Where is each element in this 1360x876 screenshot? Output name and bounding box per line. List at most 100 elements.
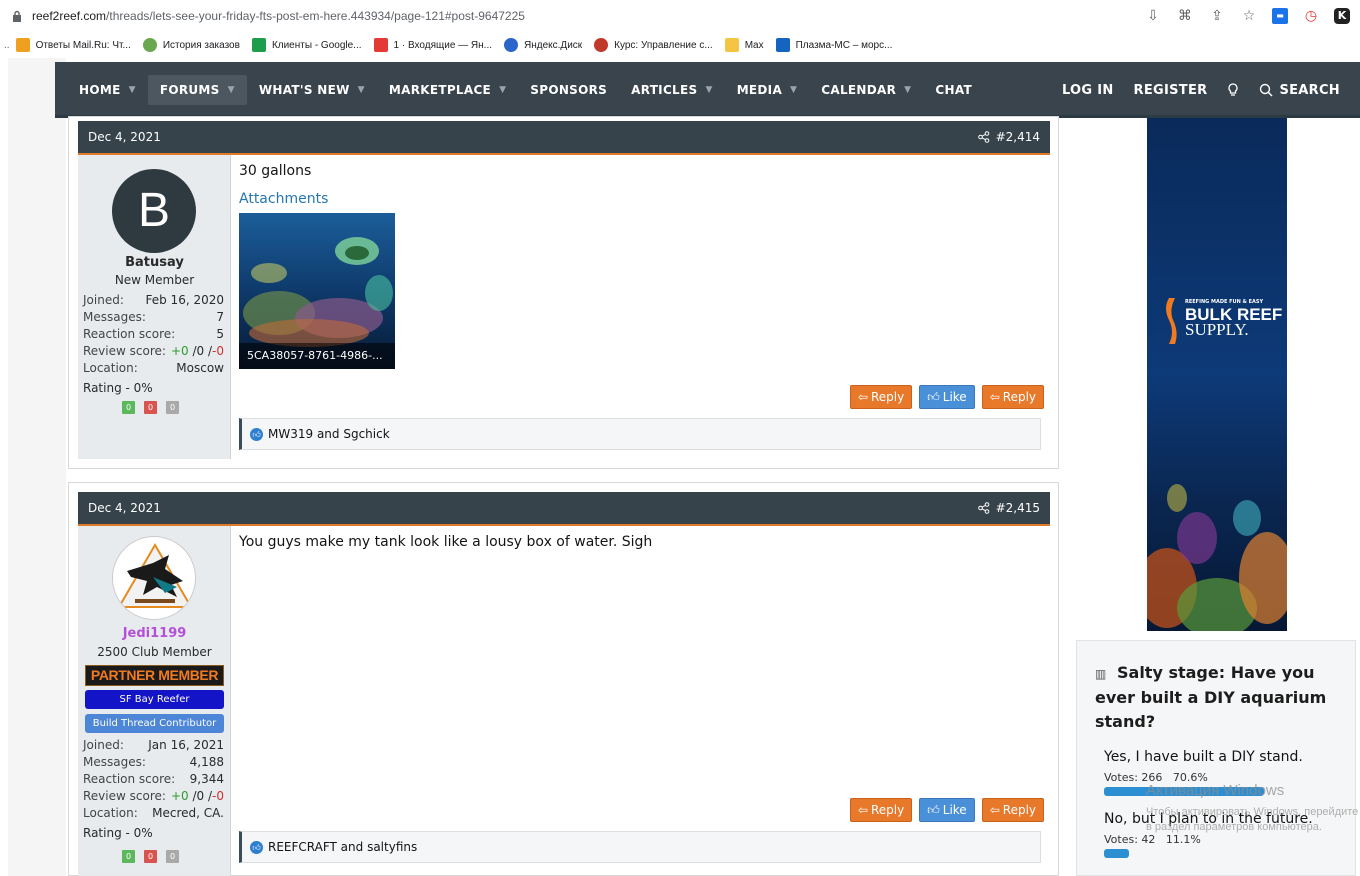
reactions-bar[interactable]: 👍︎ MW319 and Sgchick	[239, 418, 1041, 450]
post-header: Dec 4, 2021 #2,414	[78, 121, 1050, 155]
poll-option-2-bar	[1104, 849, 1129, 858]
chevron-down-icon[interactable]: ▼	[904, 85, 911, 95]
post-actions: ⇦ Reply 👍︎ Like ⇦ Reply	[849, 385, 1044, 409]
like-button[interactable]: 👍︎ Like	[919, 385, 975, 409]
bookmarks-overflow[interactable]: ..	[4, 40, 10, 51]
reply-button[interactable]: ⇦ Reply	[849, 385, 913, 409]
post-actions: ⇦ Reply 👍︎ Like ⇦ Reply	[849, 798, 1044, 822]
chevron-down-icon[interactable]: ▼	[358, 85, 365, 95]
browser-address-bar[interactable]: reef2reef.com/threads/lets-see-your-frid…	[0, 0, 1360, 34]
bookmarks-bar: .. Ответы Mail.Ru: Чт... История заказов…	[0, 34, 1360, 56]
main-navbar: HOME ▼ FORUMS ▼ WHAT'S NEW ▼ MARKETPLACE ▼ S…	[55, 62, 1360, 118]
yandex-disk-icon	[504, 38, 519, 52]
location-row: Location: Moscow	[83, 361, 224, 375]
k-extension-icon[interactable]: K	[1334, 8, 1350, 24]
user-title: New Member	[114, 273, 195, 287]
extension-icon[interactable]: ▬	[1272, 8, 1288, 24]
speed-extension-icon[interactable]: ◷	[1302, 7, 1320, 25]
login-link[interactable]: LOG IN	[1052, 75, 1124, 105]
nav-marketplace[interactable]: MARKETPLACE ▼	[377, 75, 518, 105]
attachment-filename: 5CA38057-8761-4986-...	[239, 343, 395, 369]
install-app-icon[interactable]: ⇩	[1144, 7, 1162, 25]
rate-neutral-button[interactable]: 0	[166, 850, 179, 863]
rate-positive-button[interactable]: 0	[122, 850, 135, 863]
reactions-list[interactable]: REEFCRAFT and saltyfins	[268, 840, 417, 854]
nav-articles[interactable]: ARTICLES ▼	[619, 75, 725, 105]
like-button[interactable]: 👍︎ Like	[919, 798, 975, 822]
chevron-down-icon[interactable]: ▼	[228, 85, 235, 95]
review-score-row: Review score: +0 /0 /-0	[83, 344, 224, 358]
quote-reply-button[interactable]: ⇦ Reply	[981, 798, 1044, 822]
chevron-down-icon[interactable]: ▼	[129, 85, 136, 95]
bookmark-item[interactable]: Max	[724, 38, 764, 52]
nav-sponsors[interactable]: SPONSORS	[518, 75, 619, 105]
bookmark-item[interactable]: Клиенты - Google...	[251, 38, 362, 52]
thumbs-up-icon: 👍︎	[927, 389, 940, 404]
translate-icon[interactable]: ⌘	[1176, 7, 1194, 25]
poll-option-1-label[interactable]: Yes, I have built a DIY stand.	[1104, 749, 1303, 765]
share-icon[interactable]	[977, 502, 990, 514]
joined-row: Joined: Jan 16, 2021	[83, 738, 224, 752]
search-icon	[1260, 83, 1273, 97]
rate-negative-button[interactable]: 0	[144, 850, 157, 863]
style-toggle[interactable]	[1217, 75, 1249, 105]
yandex-mail-icon	[373, 38, 388, 52]
search-button[interactable]: SEARCH	[1249, 75, 1350, 105]
rating-text: Rating - 0%	[83, 381, 153, 395]
attachments-label: Attachments	[239, 191, 329, 207]
rate-negative-button[interactable]: 0	[144, 401, 157, 414]
poll-title[interactable]: ▥ Salty stage: Have you ever built a DIY …	[1095, 661, 1345, 734]
share-icon[interactable]: ⇪	[1208, 7, 1226, 25]
reactions-list[interactable]: MW319 and Sgchick	[268, 427, 390, 441]
post-number[interactable]: #2,415	[996, 501, 1040, 515]
username[interactable]: Jedi1199	[78, 626, 231, 641]
chevron-down-icon[interactable]: ▼	[499, 85, 506, 95]
reactions-bar[interactable]: 👍︎ REEFCRAFT and saltyfins	[239, 831, 1041, 863]
bookmark-item[interactable]: Яндекс.Диск	[504, 38, 582, 52]
nav-chat[interactable]: CHAT	[923, 75, 984, 105]
username[interactable]: Batusay	[78, 255, 231, 270]
url-text[interactable]: reef2reef.com/threads/lets-see-your-frid…	[32, 9, 525, 23]
rate-positive-button[interactable]: 0	[122, 401, 135, 414]
avatar[interactable]	[112, 536, 196, 620]
post-date[interactable]: Dec 4, 2021	[88, 501, 161, 515]
bookmark-star-icon[interactable]: ☆	[1240, 7, 1258, 25]
share-icon[interactable]	[977, 131, 990, 143]
poll-widget: ▥ Salty stage: Have you ever built a DIY …	[1076, 640, 1356, 876]
lightbulb-icon	[1228, 83, 1239, 96]
avatar[interactable]: B	[112, 169, 196, 253]
plasma-ms-icon	[775, 38, 790, 52]
reaction-score-row: Reaction score: 9,344	[83, 772, 224, 786]
user-title: 2500 Club Member	[97, 645, 212, 659]
bookmark-item[interactable]: Курс: Управление с...	[594, 38, 713, 52]
reply-arrow-icon: ⇦	[989, 390, 1000, 404]
post-date[interactable]: Dec 4, 2021	[88, 130, 161, 144]
quote-reply-button[interactable]: ⇦ Reply	[981, 385, 1044, 409]
windows-activation-hint: Чтобы активировать Windows, перейдите в …	[1146, 806, 1359, 833]
register-link[interactable]: REGISTER	[1124, 75, 1218, 105]
thumbs-up-icon: 👍︎	[927, 802, 940, 817]
nav-forums[interactable]: FORUMS ▼	[147, 75, 247, 105]
reaction-score-row: Reaction score: 5	[83, 327, 224, 341]
bookmark-item[interactable]: История заказов	[142, 38, 240, 52]
nav-calendar[interactable]: CALENDAR ▼	[809, 75, 923, 105]
ad-background-image	[1147, 118, 1287, 631]
chevron-down-icon[interactable]: ▼	[705, 85, 712, 95]
mailru-answers-icon	[15, 38, 30, 52]
bookmark-item[interactable]: Ответы Mail.Ru: Чт...	[15, 38, 131, 52]
post-2415: Dec 4, 2021 #2,415 Jedi1199 2500 Club Me…	[68, 482, 1059, 876]
rate-neutral-button[interactable]: 0	[166, 401, 179, 414]
nav-whats-new[interactable]: WHAT'S NEW ▼	[247, 75, 377, 105]
bookmark-item[interactable]: Плазма-МС – морс...	[775, 38, 892, 52]
post-header: Dec 4, 2021 #2,415	[78, 492, 1050, 526]
chevron-down-icon[interactable]: ▼	[790, 85, 797, 95]
rating-buttons: 0 0 0	[122, 850, 179, 863]
attachment-thumbnail[interactable]: 5CA38057-8761-4986-...	[239, 213, 395, 369]
bulk-reef-supply-ad[interactable]: REEFING MADE FUN & EASY BULK REEF SUPPLY…	[1147, 118, 1287, 631]
nav-media[interactable]: MEDIA ▼	[725, 75, 810, 105]
location-row: Location: Mecred, CA.	[83, 806, 224, 820]
reply-button[interactable]: ⇦ Reply	[849, 798, 913, 822]
bookmark-item[interactable]: 1 · Входящие — Ян...	[373, 38, 492, 52]
nav-home[interactable]: HOME ▼	[67, 75, 148, 105]
post-number[interactable]: #2,414	[996, 130, 1040, 144]
